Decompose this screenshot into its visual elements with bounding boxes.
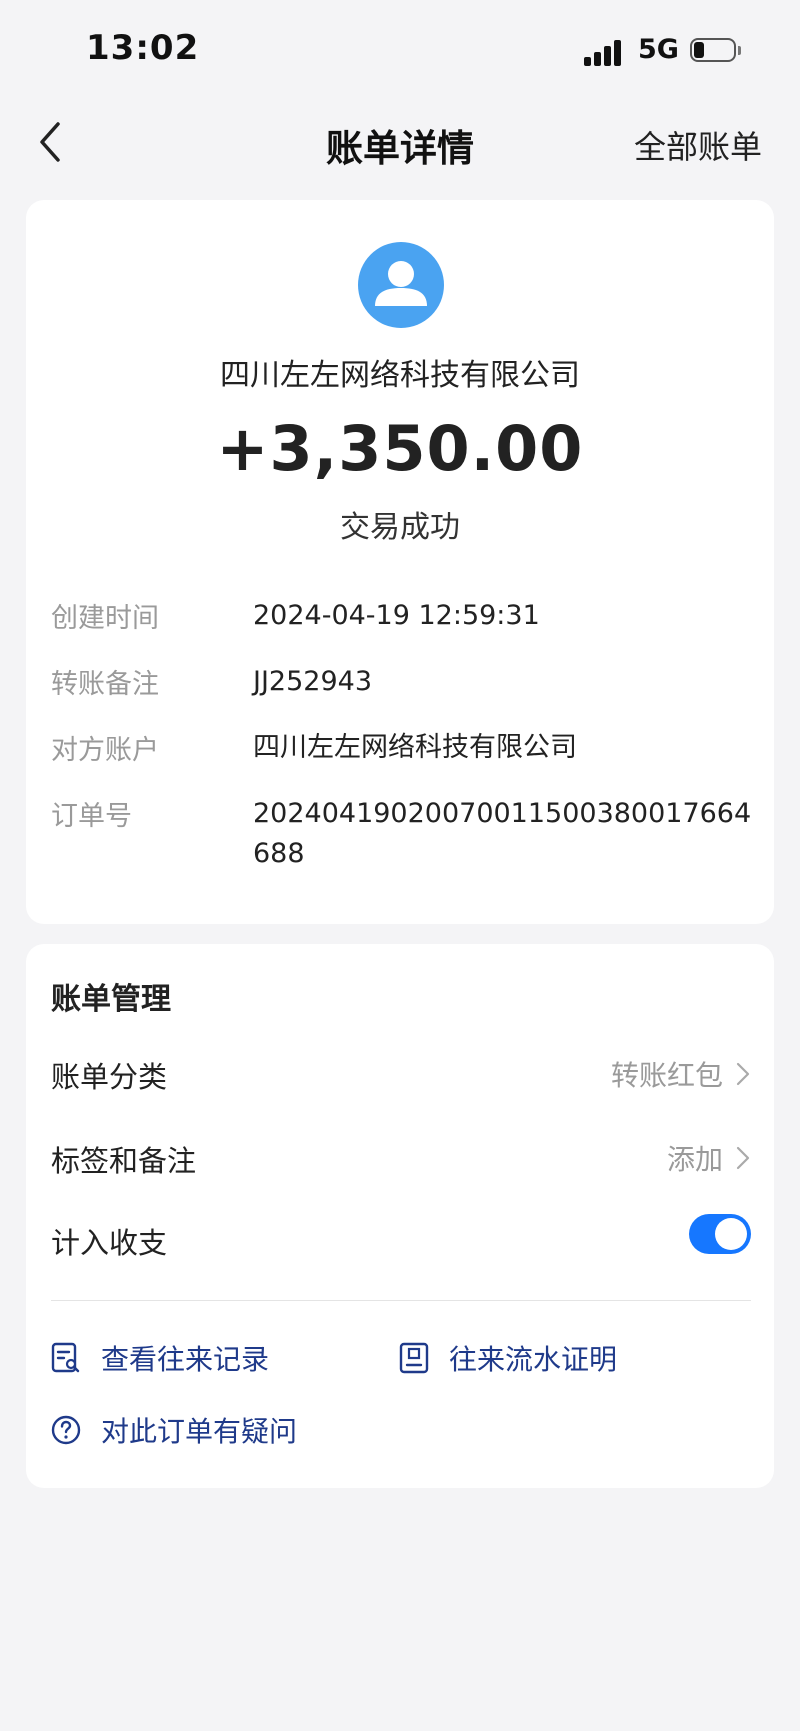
network-type: 5G: [638, 34, 679, 65]
chevron-right-icon: [735, 1060, 751, 1088]
include-in-budget-label: 计入收支: [51, 1226, 168, 1260]
detail-value: 四川左左网络科技有限公司: [253, 732, 577, 763]
detail-label: 对方账户: [51, 735, 159, 766]
transaction-card: 四川左左网络科技有限公司 +3,350.00 交易成功 创建时间 2024-04…: [26, 200, 774, 924]
order-question-link[interactable]: 对此订单有疑问: [51, 1410, 371, 1450]
bill-category-row[interactable]: 账单分类 转账红包: [51, 1054, 751, 1104]
document-search-icon: [51, 1342, 81, 1374]
detail-label: 创建时间: [51, 603, 159, 634]
detail-label: 订单号: [51, 801, 132, 832]
include-in-budget-row: 计入收支: [51, 1214, 751, 1270]
status-bar: 13:02 5G: [0, 0, 800, 100]
order-question-label: 对此订单有疑问: [101, 1415, 298, 1448]
question-circle-icon: [51, 1414, 81, 1446]
view-history-label: 查看往来记录: [101, 1343, 270, 1376]
certificate-icon: [399, 1342, 429, 1374]
section-title: 账单管理: [51, 982, 171, 1017]
status-time: 13:02: [86, 28, 200, 68]
nav-bar: 账单详情 全部账单: [0, 100, 800, 184]
bill-category-value: 转账红包: [610, 1059, 723, 1092]
toggle-knob: [715, 1218, 747, 1250]
detail-value: 2024-04-19 12:59:31: [253, 600, 540, 631]
detail-label: 转账备注: [51, 669, 159, 700]
transaction-proof-label: 往来流水证明: [449, 1343, 618, 1376]
user-icon: [375, 261, 427, 306]
battery-icon: [690, 38, 742, 64]
transaction-status: 交易成功: [340, 510, 460, 545]
bill-management-card: 账单管理 账单分类 转账红包 标签和备注 添加 计入收支 查看往来记录 往来流水…: [26, 944, 774, 1488]
tags-notes-value: 添加: [666, 1143, 723, 1176]
bill-category-label: 账单分类: [51, 1060, 168, 1094]
divider: [51, 1300, 751, 1301]
detail-value: JJ252943: [253, 666, 372, 697]
view-history-link[interactable]: 查看往来记录: [51, 1338, 331, 1378]
tags-notes-row[interactable]: 标签和备注 添加: [51, 1138, 751, 1188]
counterparty-name: 四川左左网络科技有限公司: [220, 358, 580, 393]
include-in-budget-toggle[interactable]: [689, 1214, 751, 1254]
avatar: [358, 242, 444, 328]
transaction-proof-link[interactable]: 往来流水证明: [399, 1338, 679, 1378]
detail-value[interactable]: 20240419020070011500380017664688: [253, 794, 753, 874]
transaction-amount: +3,350.00: [216, 412, 584, 485]
signal-icon: [584, 38, 628, 66]
chevron-right-icon: [735, 1144, 751, 1172]
all-bills-link[interactable]: 全部账单: [634, 122, 762, 168]
tags-notes-label: 标签和备注: [51, 1144, 197, 1178]
